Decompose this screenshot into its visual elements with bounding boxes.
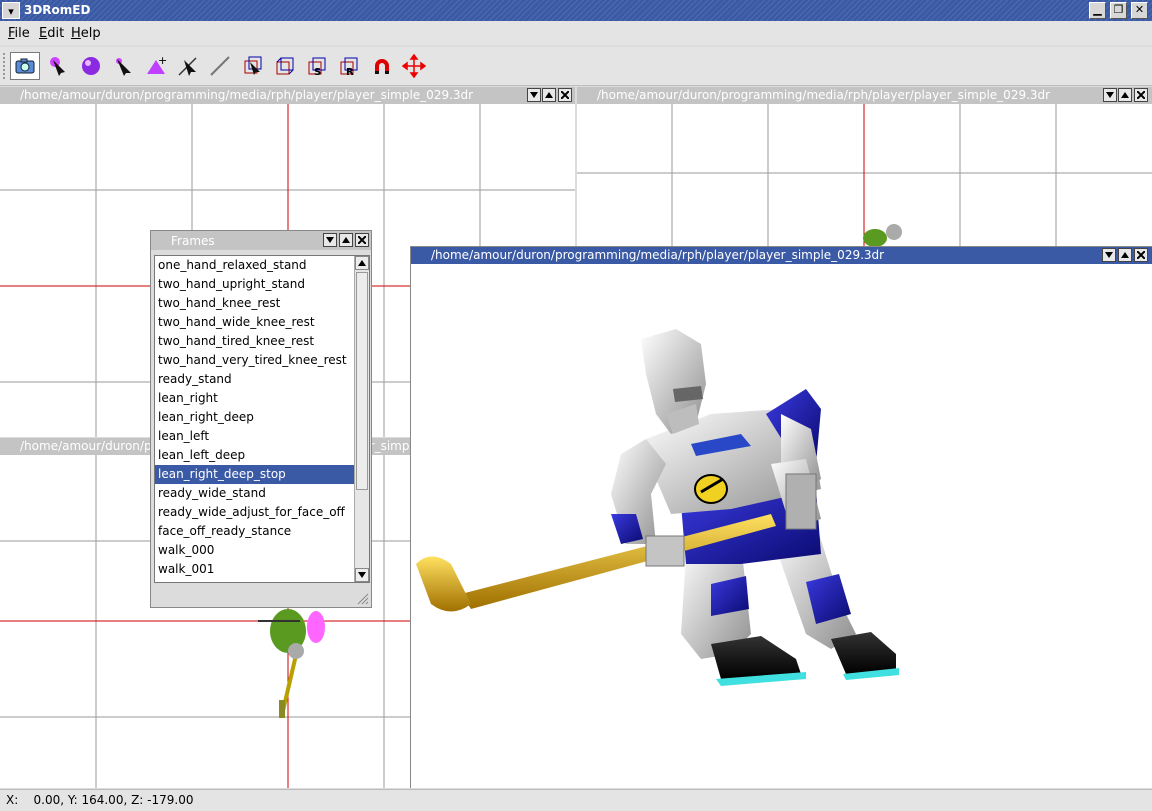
list-item[interactable]: two_hand_tired_knee_rest	[155, 332, 355, 351]
svg-text:R: R	[346, 67, 354, 78]
viewport-top-right[interactable]: /home/amour/duron/programming/media/rph/…	[577, 87, 1152, 247]
sphere-icon[interactable]	[76, 52, 106, 80]
list-item[interactable]: face_off_ready_stance	[155, 522, 355, 541]
list-item[interactable]: two_hand_wide_knee_rest	[155, 313, 355, 332]
status-bar: X: 0.00, Y: 164.00, Z: -179.00	[0, 789, 1152, 811]
window-title: 3DRomED	[24, 3, 91, 17]
close-icon[interactable]	[355, 233, 369, 247]
toolbar: + S R	[0, 47, 1152, 86]
frames-dialog-header[interactable]: Frames	[151, 231, 371, 250]
wand-pointer-icon[interactable]	[173, 52, 203, 80]
list-item[interactable]: two_hand_upright_stand	[155, 275, 355, 294]
viewport-path: /home/amour/duron/programming/media/rph/…	[20, 88, 474, 102]
scroll-down-icon[interactable]	[355, 568, 369, 582]
menu-edit[interactable]: Edit	[39, 26, 64, 41]
move-arrows-icon[interactable]	[399, 52, 429, 80]
add-vertex-icon[interactable]: +	[141, 52, 171, 80]
box-icon[interactable]	[270, 52, 300, 80]
maximize-button[interactable]: ❐	[1110, 2, 1127, 19]
list-item[interactable]: lean_left	[155, 427, 355, 446]
scroll-up-icon[interactable]	[355, 256, 369, 270]
close-icon[interactable]	[1134, 88, 1148, 102]
viewport-path: /home/amour/duron/programming/media/rph/…	[597, 88, 1051, 102]
toolbar-grip[interactable]	[3, 53, 9, 79]
list-item[interactable]: ready_wide_stand	[155, 484, 355, 503]
frames-scrollbar[interactable]	[354, 256, 369, 582]
maximize-icon[interactable]	[542, 88, 556, 102]
model-projection	[258, 609, 325, 718]
list-item[interactable]: walk_001	[155, 560, 355, 579]
list-item[interactable]: ready_stand	[155, 370, 355, 389]
magnet-icon[interactable]	[367, 52, 397, 80]
frames-dialog[interactable]: Frames one_hand_relaxed_stand two_hand_u…	[150, 230, 372, 608]
list-item[interactable]: two_hand_very_tired_knee_rest	[155, 351, 355, 370]
maximize-icon[interactable]	[1118, 88, 1132, 102]
svg-text:+: +	[158, 54, 167, 67]
list-item[interactable]: lean_left_deep	[155, 446, 355, 465]
maximize-icon[interactable]	[339, 233, 353, 247]
model-projection	[863, 224, 902, 247]
rotate-box-icon[interactable]: R	[334, 52, 364, 80]
line-icon[interactable]	[205, 52, 235, 80]
hockey-player-model[interactable]	[411, 264, 1151, 787]
list-item[interactable]: one_hand_relaxed_stand	[155, 256, 355, 275]
svg-text:S: S	[314, 67, 321, 78]
menu-file[interactable]: File	[8, 26, 30, 41]
close-icon[interactable]	[1134, 248, 1148, 262]
list-item[interactable]: two_hand_knee_rest	[155, 294, 355, 313]
maximize-icon[interactable]	[1118, 248, 1132, 262]
menu-bar: File Edit Help	[0, 21, 1152, 45]
frames-title: Frames	[171, 234, 215, 248]
menu-help[interactable]: Help	[71, 26, 101, 41]
list-item[interactable]: ready_wide_adjust_for_face_off	[155, 503, 355, 522]
chevron-down-icon[interactable]	[527, 88, 541, 102]
viewport-header[interactable]: /home/amour/duron/programming/media/rph/…	[577, 87, 1152, 104]
scale-box-icon[interactable]: S	[302, 52, 332, 80]
chevron-down-icon[interactable]	[1102, 248, 1116, 262]
viewport-perspective[interactable]: /home/amour/duron/programming/media/rph/…	[410, 246, 1152, 788]
viewport-header[interactable]: /home/amour/duron/programming/media/rph/…	[0, 87, 575, 104]
system-menu-chevron-icon[interactable]: ▾	[2, 2, 20, 19]
close-button[interactable]: ✕	[1131, 2, 1148, 19]
select-pointer-icon[interactable]	[43, 52, 73, 80]
viewport-header[interactable]: /home/amour/duron/programming/media/rph/…	[411, 247, 1152, 264]
list-item-selected[interactable]: lean_right_deep_stop	[155, 465, 355, 484]
window-titlebar: ▾ 3DRomED ▁ ❐ ✕	[0, 0, 1152, 21]
pointer-icon[interactable]	[108, 52, 138, 80]
scroll-thumb[interactable]	[356, 272, 368, 490]
viewport-path: /home/amour/duron/programming/media/rph/…	[431, 248, 885, 262]
frames-list[interactable]: one_hand_relaxed_stand two_hand_upright_…	[154, 255, 370, 583]
box-select-icon[interactable]	[238, 52, 268, 80]
list-item[interactable]: lean_right	[155, 389, 355, 408]
close-icon[interactable]	[558, 88, 572, 102]
chevron-down-icon[interactable]	[323, 233, 337, 247]
minimize-button[interactable]: ▁	[1089, 2, 1106, 19]
coordinate-readout: X: 0.00, Y: 164.00, Z: -179.00	[6, 793, 194, 807]
list-item[interactable]: walk_000	[155, 541, 355, 560]
chevron-down-icon[interactable]	[1103, 88, 1117, 102]
camera-icon[interactable]	[10, 52, 40, 80]
viewport-grid[interactable]	[577, 104, 1152, 247]
list-item[interactable]: lean_right_deep	[155, 408, 355, 427]
resize-grip-icon[interactable]	[357, 593, 369, 605]
